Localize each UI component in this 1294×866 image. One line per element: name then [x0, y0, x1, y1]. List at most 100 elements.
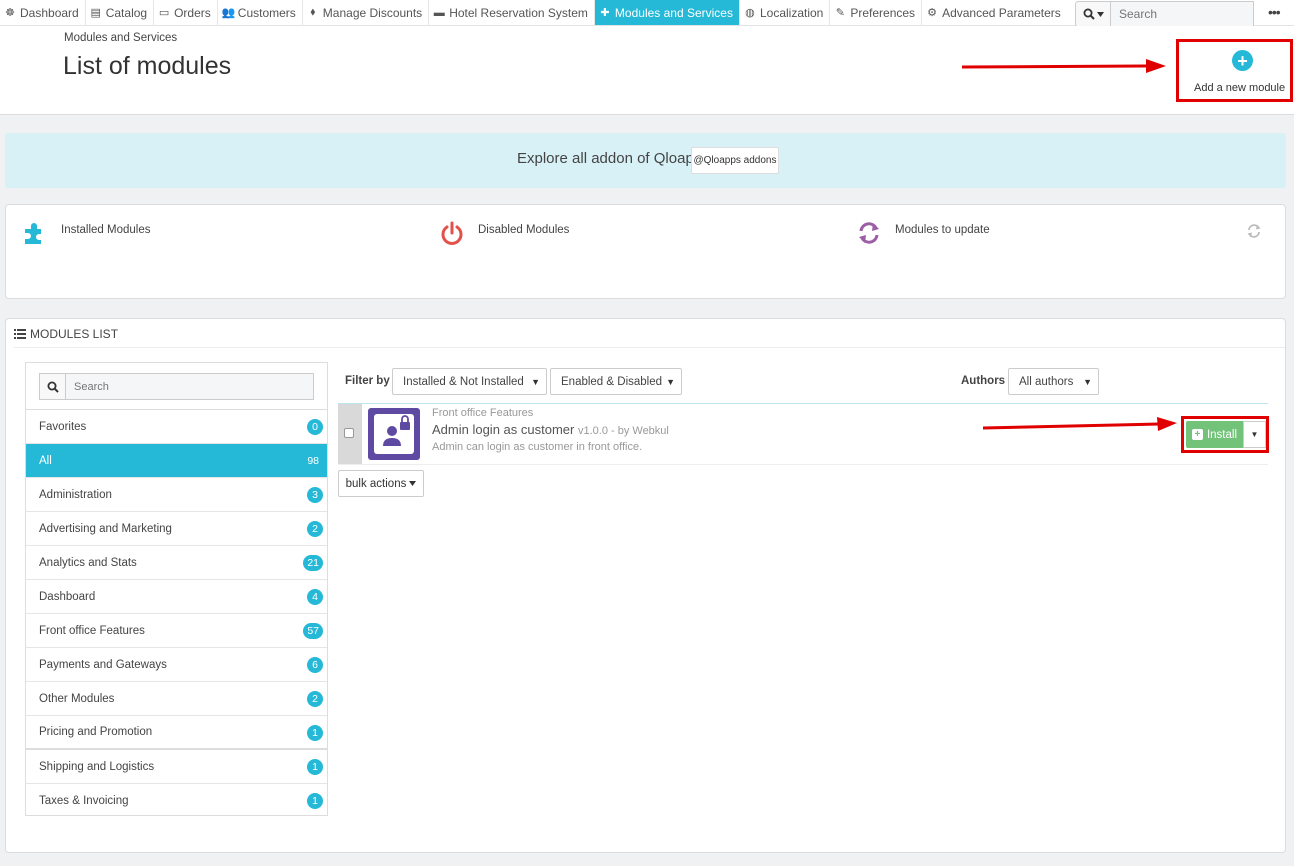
search-type-dropdown[interactable]: [1075, 1, 1111, 27]
qloapps-addons-button[interactable]: @Qloapps addons: [691, 147, 779, 174]
module-title: Admin login as customer v1.0.0 - by Webk…: [432, 422, 669, 437]
filter-by-label: Filter by: [345, 375, 390, 387]
count-badge: 0: [307, 419, 323, 435]
tab-customers[interactable]: 👥 Customers: [218, 0, 303, 25]
tab-manage-discounts[interactable]: ⬧ Manage Discounts: [303, 0, 430, 25]
book-icon: ▤: [90, 7, 101, 19]
category-item-payments-and-gateways[interactable]: Payments and Gateways 6: [26, 648, 327, 682]
module-checkbox[interactable]: [344, 428, 354, 438]
checkbox-cell: [338, 404, 362, 464]
module-stats-panel: Installed Modules Disabled Modules Modul…: [5, 204, 1286, 299]
category-search: [26, 363, 327, 410]
search-input[interactable]: [1111, 1, 1254, 27]
install-options-dropdown[interactable]: ▼: [1243, 421, 1266, 448]
tab-label: Catalog: [105, 5, 148, 20]
category-item-analytics-and-stats[interactable]: Analytics and Stats 21: [26, 546, 327, 580]
globe-icon: ◍: [745, 7, 755, 19]
caret-down-icon: ▼: [1250, 430, 1259, 439]
count-badge: 2: [307, 521, 323, 537]
tab-label: Modules and Services: [614, 5, 733, 20]
category-item-pricing-and-promotion[interactable]: Pricing and Promotion 1: [26, 716, 327, 750]
panel-heading: MODULES LIST: [14, 327, 118, 341]
module-description: Admin can login as customer in front off…: [432, 441, 643, 453]
disabled-modules-label: Disabled Modules: [478, 224, 570, 236]
disabled-modules-stat[interactable]: Disabled Modules: [440, 221, 569, 247]
category-item-advertising-and-marketing[interactable]: Advertising and Marketing 2: [26, 512, 327, 546]
count-badge: 98: [307, 455, 319, 467]
add-new-module-button[interactable]: + Add a new module: [1176, 39, 1293, 102]
more-menu-icon[interactable]: •••: [1268, 4, 1281, 20]
category-label: Front office Features: [39, 624, 145, 637]
count-badge: 2: [307, 691, 323, 707]
user-lock-icon: [383, 415, 410, 446]
installed-modules-label: Installed Modules: [61, 224, 151, 236]
install-button[interactable]: + Install: [1186, 421, 1243, 448]
tab-modules-and-services[interactable]: ✚ Modules and Services: [594, 0, 740, 25]
list-icon: [14, 329, 26, 339]
category-list: Favorites 0 All 98 Administration 3 Adverti…: [25, 362, 328, 816]
category-search-input[interactable]: [66, 373, 314, 400]
addons-text: Explore all addon of Qloapps: [517, 150, 710, 167]
plus-square-icon: +: [1191, 429, 1203, 440]
bulk-actions-button[interactable]: bulk actions: [338, 470, 424, 497]
tab-label: Customers: [237, 5, 296, 20]
filter-row: Filter by Installed & Not Installed ▼ En…: [338, 368, 1268, 396]
caret-down-icon: ▼: [531, 377, 540, 387]
tab-advanced-parameters[interactable]: ⚙ Advanced Parameters: [922, 0, 1067, 25]
caret-down-icon: ▼: [666, 377, 675, 387]
count-badge: 57: [303, 623, 323, 639]
category-item-taxes-and-invoicing[interactable]: Taxes & Invoicing 1: [26, 784, 327, 818]
addons-banner: Explore all addon of Qloapps @Qloapps ad…: [5, 133, 1286, 188]
category-item-dashboard[interactable]: Dashboard 4: [26, 580, 327, 614]
puzzle-icon: ✚: [600, 7, 610, 19]
category-label: Other Modules: [39, 692, 115, 705]
tab-label: Preferences: [850, 5, 916, 20]
plus-circle-icon: +: [1232, 50, 1253, 71]
puzzle-icon: [25, 223, 41, 244]
module-category: Front office Features: [432, 407, 534, 419]
breadcrumb[interactable]: Modules and Services: [64, 32, 177, 44]
tab-orders[interactable]: ▭ Orders: [154, 0, 218, 25]
category-label: Administration: [39, 488, 112, 501]
tab-label: Advanced Parameters: [942, 5, 1061, 20]
count-badge: 3: [307, 487, 323, 503]
category-label: Payments and Gateways: [39, 658, 167, 671]
refresh-icon: [859, 222, 879, 244]
tags-icon: ⬧: [310, 6, 316, 18]
wrench-icon: ✎: [835, 7, 845, 19]
category-item-all[interactable]: All 98: [26, 444, 327, 478]
tab-localization[interactable]: ◍ Localization: [740, 0, 831, 25]
count-badge: 1: [307, 725, 323, 741]
module-logo-inner: [374, 414, 414, 454]
modules-to-update-stat[interactable]: Modules to update: [857, 221, 990, 245]
category-item-administration[interactable]: Administration 3: [26, 478, 327, 512]
top-navigation: ☸ Dashboard ▤ Catalog ▭ Orders 👥 Customers ⬧…: [0, 0, 1294, 27]
divider: [14, 347, 1285, 348]
tab-dashboard[interactable]: ☸ Dashboard: [0, 0, 86, 25]
bulk-actions-label: bulk actions: [345, 477, 407, 490]
reload-icon[interactable]: [1246, 223, 1262, 239]
install-status-select[interactable]: Installed & Not Installed ▼: [392, 368, 547, 395]
annotation-arrow-icon: [961, 59, 1166, 73]
count-badge: 6: [307, 657, 323, 673]
count-badge: 1: [307, 793, 323, 809]
category-label: Shipping and Logistics: [39, 760, 155, 773]
page-title: List of modules: [63, 52, 232, 80]
tab-hotel-reservation-system[interactable]: ▬ Hotel Reservation System: [429, 0, 595, 25]
category-label: Favorites: [39, 420, 87, 433]
tab-label: Hotel Reservation System: [449, 5, 588, 20]
enabled-status-select[interactable]: Enabled & Disabled ▼: [550, 368, 682, 395]
authors-select[interactable]: All authors ▼: [1008, 368, 1099, 395]
credit-card-icon: ▭: [158, 7, 170, 19]
tab-label: Localization: [759, 5, 824, 20]
bed-icon: ▬: [433, 6, 445, 19]
category-item-front-office-features[interactable]: Front office Features 57: [26, 614, 327, 648]
category-item-favorites[interactable]: Favorites 0: [26, 410, 327, 444]
tab-preferences[interactable]: ✎ Preferences: [830, 0, 923, 25]
tab-catalog[interactable]: ▤ Catalog: [86, 0, 155, 25]
installed-modules-stat[interactable]: Installed Modules: [23, 221, 151, 245]
category-label: All: [39, 454, 52, 467]
category-item-other-modules[interactable]: Other Modules 2: [26, 682, 327, 716]
category-item-shipping-and-logistics[interactable]: Shipping and Logistics 1: [26, 750, 327, 784]
annotation-arrow-icon: [982, 417, 1177, 431]
